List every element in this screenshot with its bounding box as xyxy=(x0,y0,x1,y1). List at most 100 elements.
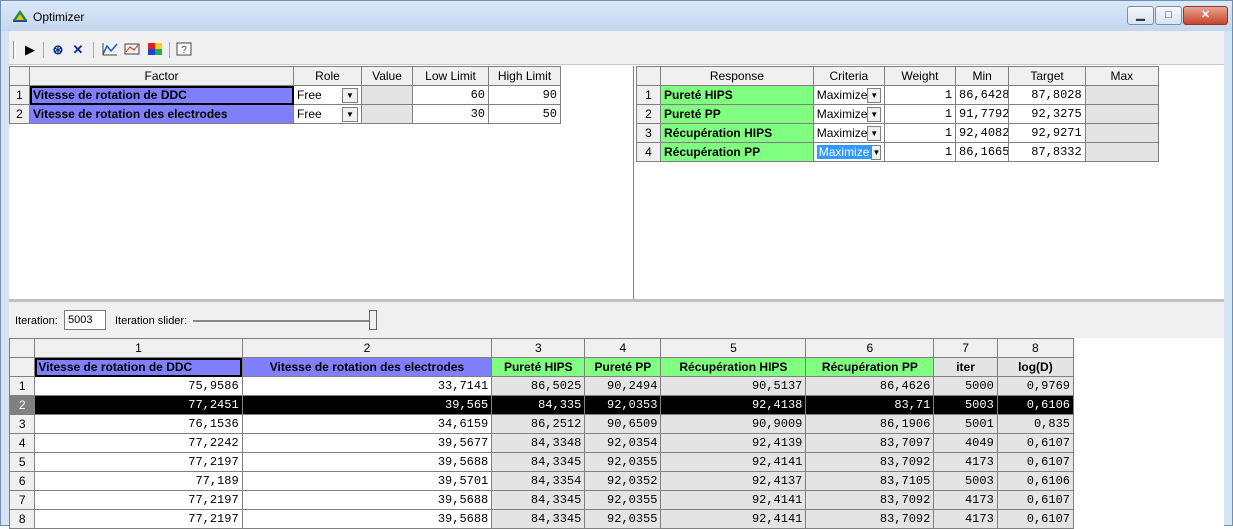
col-number[interactable]: 1 xyxy=(34,338,243,358)
table-cell[interactable]: 0,835 xyxy=(996,414,1075,434)
response-name-cell[interactable]: Pureté HIPS xyxy=(660,85,814,105)
table-cell[interactable]: 77,189 xyxy=(34,471,243,491)
table-cell[interactable]: 84,335 xyxy=(491,395,586,415)
col-number[interactable]: 5 xyxy=(660,338,807,358)
weight-header[interactable]: Weight xyxy=(883,66,957,86)
col-name-factor[interactable]: Vitesse de rotation de DDC xyxy=(34,357,243,377)
target-cell[interactable]: 92,3275 xyxy=(1008,104,1086,124)
table-cell[interactable]: 83,7105 xyxy=(805,471,935,491)
table-cell[interactable]: 86,1906 xyxy=(805,414,935,434)
target-header[interactable]: Target xyxy=(1008,66,1086,86)
table-cell[interactable]: 39,5677 xyxy=(241,433,493,453)
row-number[interactable]: 1 xyxy=(9,85,30,105)
table-row[interactable]: 2 77,2451 39,565 84,335 92,0353 92,4138 83,71 5… xyxy=(8,395,1075,415)
role-header[interactable]: Role xyxy=(293,66,362,86)
table-cell[interactable]: 4173 xyxy=(933,490,998,510)
table-cell[interactable]: 33,7141 xyxy=(241,376,493,396)
criteria-dropdown[interactable]: Maximize ▼ xyxy=(812,104,885,124)
value-header[interactable]: Value xyxy=(361,66,413,86)
table-cell[interactable]: 92,0354 xyxy=(584,433,662,453)
min-cell[interactable]: 86,6428 xyxy=(955,85,1010,105)
table-cell[interactable]: 39,565 xyxy=(241,395,493,415)
table-row[interactable]: 6 77,189 39,5701 84,3354 92,0352 92,4137 83,71… xyxy=(8,471,1075,491)
col-name-logd[interactable]: log(D) xyxy=(996,357,1075,377)
table-cell[interactable]: 77,2451 xyxy=(34,395,243,415)
table-cell[interactable]: 92,0355 xyxy=(584,490,662,510)
table-cell[interactable]: 92,4139 xyxy=(660,433,807,453)
role-dropdown[interactable]: Free ▼ xyxy=(293,104,362,124)
criteria-header[interactable]: Criteria xyxy=(812,66,885,86)
table-cell[interactable]: 5003 xyxy=(933,471,998,491)
weight-cell[interactable]: 1 xyxy=(883,142,957,162)
title-bar[interactable]: Optimizer ▁ □ ✕ xyxy=(1,1,1232,31)
table-cell[interactable]: 83,7097 xyxy=(805,433,935,453)
col-number[interactable]: 8 xyxy=(996,338,1075,358)
max-header[interactable]: Max xyxy=(1084,66,1160,86)
row-number[interactable]: 5 xyxy=(8,452,36,472)
low-limit-cell[interactable]: 30 xyxy=(412,104,489,124)
low-limit-header[interactable]: Low Limit xyxy=(412,66,489,86)
row-number[interactable]: 7 xyxy=(8,490,36,510)
response-name-cell[interactable]: Récupération HIPS xyxy=(660,123,814,143)
table-cell[interactable]: 84,3354 xyxy=(491,471,586,491)
table-cell[interactable]: 92,0355 xyxy=(584,452,662,472)
target-cell[interactable]: 87,8332 xyxy=(1008,142,1086,162)
table-cell[interactable]: 4173 xyxy=(933,452,998,472)
table-cell[interactable]: 5001 xyxy=(933,414,998,434)
row-number[interactable]: 6 xyxy=(8,471,36,491)
table-cell[interactable]: 86,5025 xyxy=(491,376,586,396)
table-cell[interactable]: 84,3345 xyxy=(491,490,586,510)
color-icon[interactable] xyxy=(146,42,164,58)
min-header[interactable]: Min xyxy=(955,66,1010,86)
table-cell[interactable]: 90,5137 xyxy=(660,376,807,396)
table-cell[interactable]: 5000 xyxy=(933,376,998,396)
factor-header[interactable]: Factor xyxy=(29,66,294,86)
table-cell[interactable]: 0,6106 xyxy=(996,471,1075,491)
col-name-response[interactable]: Pureté PP xyxy=(584,357,662,377)
table-cell[interactable]: 77,2197 xyxy=(34,452,243,472)
col-number[interactable]: 7 xyxy=(933,338,998,358)
table-cell[interactable]: 75,9586 xyxy=(34,376,243,396)
high-limit-cell[interactable]: 50 xyxy=(488,104,561,124)
table-cell[interactable]: 84,3348 xyxy=(491,433,586,453)
table-cell[interactable]: 92,4141 xyxy=(660,452,807,472)
table-cell[interactable]: 0,6107 xyxy=(996,452,1075,472)
chevron-down-icon[interactable]: ▼ xyxy=(867,106,881,122)
table-cell[interactable]: 92,4138 xyxy=(660,395,807,415)
maximize-button[interactable]: □ xyxy=(1155,6,1182,25)
role-dropdown[interactable]: Free ▼ xyxy=(293,85,362,105)
min-cell[interactable]: 86,1665 xyxy=(955,142,1010,162)
table-cell[interactable]: 39,5688 xyxy=(241,452,493,472)
table-cell[interactable]: 84,3345 xyxy=(491,452,586,472)
close-button[interactable]: ✕ xyxy=(1183,6,1228,25)
table-row[interactable]: 1 75,9586 33,7141 86,5025 90,2494 90,5137 86,4… xyxy=(8,376,1075,396)
response-name-cell[interactable]: Pureté PP xyxy=(660,104,814,124)
table-cell[interactable]: 92,4141 xyxy=(660,490,807,510)
col-name-response[interactable]: Récupération HIPS xyxy=(660,357,807,377)
factor-name-cell[interactable]: Vitesse de rotation de DDC xyxy=(29,85,294,105)
col-number[interactable]: 6 xyxy=(805,338,935,358)
table-cell[interactable]: 39,5688 xyxy=(241,490,493,510)
table-cell[interactable]: 92,4137 xyxy=(660,471,807,491)
table-cell[interactable]: 4049 xyxy=(933,433,998,453)
minimize-button[interactable]: ▁ xyxy=(1127,6,1154,25)
weight-cell[interactable]: 1 xyxy=(883,104,957,124)
col-number[interactable]: 3 xyxy=(491,338,586,358)
table-cell[interactable]: 0,6107 xyxy=(996,433,1075,453)
table-row[interactable]: 3 76,1536 34,6159 86,2512 90,6509 90,9009 86,1… xyxy=(8,414,1075,434)
table-row[interactable]: 4 77,2242 39,5677 84,3348 92,0354 92,4139 83,7… xyxy=(8,433,1075,453)
row-number[interactable]: 3 xyxy=(635,123,662,143)
col-name-iter[interactable]: iter xyxy=(933,357,998,377)
table-cell[interactable]: 83,71 xyxy=(805,395,935,415)
chevron-down-icon[interactable]: ▼ xyxy=(867,87,881,103)
table-cell[interactable]: 90,6509 xyxy=(584,414,662,434)
cross-icon[interactable]: ✕ xyxy=(69,42,87,58)
high-limit-header[interactable]: High Limit xyxy=(488,66,561,86)
col-number[interactable]: 2 xyxy=(241,338,493,358)
plot-icon[interactable] xyxy=(101,42,119,58)
table-cell[interactable]: 90,9009 xyxy=(660,414,807,434)
low-limit-cell[interactable]: 60 xyxy=(412,85,489,105)
col-name-response[interactable]: Récupération PP xyxy=(805,357,935,377)
chevron-down-icon[interactable]: ▼ xyxy=(867,125,881,141)
high-limit-cell[interactable]: 90 xyxy=(488,85,561,105)
